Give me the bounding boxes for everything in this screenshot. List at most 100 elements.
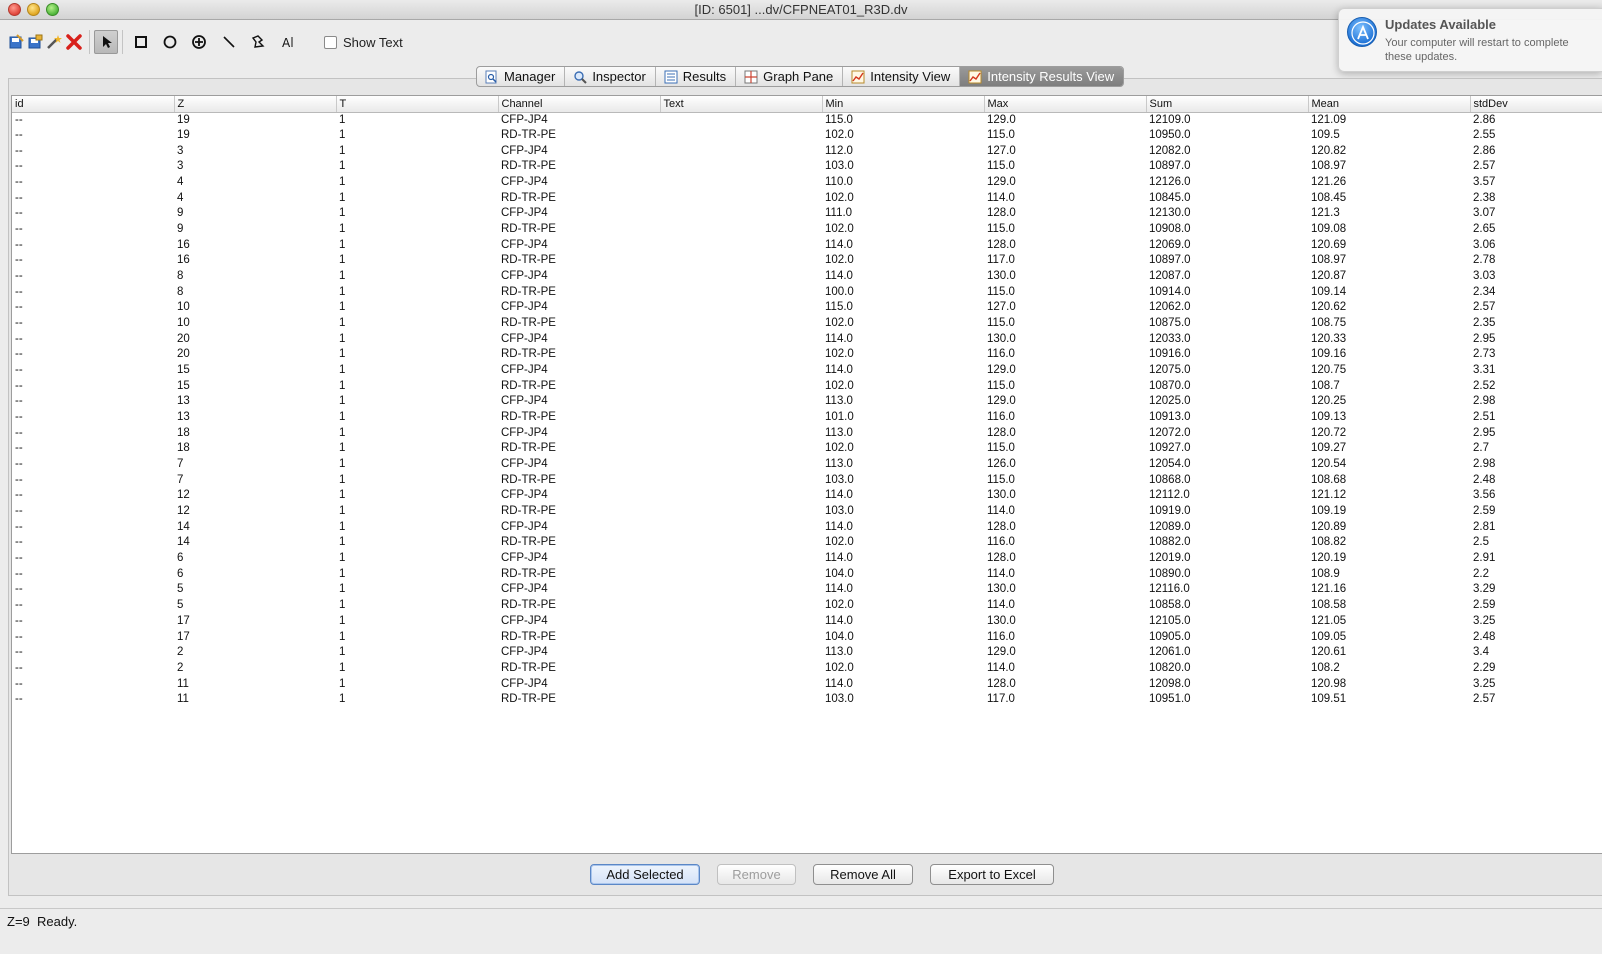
table-cell-min: 100.0 bbox=[825, 285, 854, 298]
table-cell-channel: RD-TR-PE bbox=[501, 317, 556, 330]
chart-icon bbox=[851, 70, 865, 83]
table-row[interactable]: -- 14 1 RD-TR-PE 102.0 116.0 10882.0 108.82 2.5 bbox=[12, 535, 1602, 551]
table-row[interactable]: -- 3 1 RD-TR-PE 103.0 115.0 10897.0 108.97 2.57 bbox=[12, 159, 1602, 175]
table-row[interactable]: -- 10 1 RD-TR-PE 102.0 115.0 10875.0 108.75 2.35 bbox=[12, 316, 1602, 332]
table-cell-channel: RD-TR-PE bbox=[501, 191, 556, 204]
table-row[interactable]: -- 6 1 RD-TR-PE 104.0 114.0 10890.0 108.9 2.2 bbox=[12, 566, 1602, 582]
table-row[interactable]: -- 15 1 RD-TR-PE 102.0 115.0 10870.0 108.7 2.52 bbox=[12, 378, 1602, 394]
save-roi-icon[interactable] bbox=[7, 33, 25, 51]
table-cell-sum: 12109.0 bbox=[1149, 113, 1191, 126]
table-row[interactable]: -- 20 1 CFP-JP4 114.0 130.0 12033.0 120.33 2.95 bbox=[12, 331, 1602, 347]
tab-results[interactable]: Results bbox=[656, 67, 737, 86]
line-icon[interactable] bbox=[220, 33, 238, 51]
table-row[interactable]: -- 11 1 RD-TR-PE 103.0 117.0 10951.0 109.51 2.57 bbox=[12, 692, 1602, 708]
table-row[interactable]: -- 9 1 CFP-JP4 111.0 128.0 12130.0 121.3 3.07 bbox=[12, 206, 1602, 222]
tab-label: Inspector bbox=[592, 69, 646, 84]
table-row[interactable]: -- 5 1 RD-TR-PE 102.0 114.0 10858.0 108.58 2.59 bbox=[12, 598, 1602, 614]
column-header-text[interactable]: Text bbox=[660, 96, 823, 113]
export-to-excel-button[interactable]: Export to Excel bbox=[930, 864, 1054, 885]
table-cell-max: 114.0 bbox=[987, 661, 1015, 674]
table-row[interactable]: -- 17 1 RD-TR-PE 104.0 116.0 10905.0 109.05 2.48 bbox=[12, 629, 1602, 645]
rectangle-icon[interactable] bbox=[132, 33, 150, 51]
column-header-mean[interactable]: Mean bbox=[1308, 96, 1471, 113]
table-row[interactable]: -- 18 1 RD-TR-PE 102.0 115.0 10927.0 109.27 2.7 bbox=[12, 441, 1602, 457]
table-row[interactable]: -- 19 1 CFP-JP4 115.0 129.0 12109.0 121.09 2.86 bbox=[12, 112, 1602, 128]
table-row[interactable]: -- 2 1 RD-TR-PE 102.0 114.0 10820.0 108.2 2.29 bbox=[12, 661, 1602, 677]
table-row[interactable]: -- 13 1 RD-TR-PE 101.0 116.0 10913.0 109.13 2.51 bbox=[12, 410, 1602, 426]
save-as-icon[interactable] bbox=[26, 33, 44, 51]
table-cell-text bbox=[660, 237, 822, 253]
tab-inspector[interactable]: Inspector bbox=[565, 67, 656, 86]
table-row[interactable]: -- 16 1 RD-TR-PE 102.0 117.0 10897.0 108.97 2.78 bbox=[12, 253, 1602, 269]
column-header-id[interactable]: id bbox=[12, 96, 175, 113]
table-row[interactable]: -- 3 1 CFP-JP4 112.0 127.0 12082.0 120.82 2.86 bbox=[12, 143, 1602, 159]
tab-manager[interactable]: Manager bbox=[477, 67, 566, 86]
table-row[interactable]: -- 19 1 RD-TR-PE 102.0 115.0 10950.0 109.5 2.55 bbox=[12, 128, 1602, 144]
table-cell-stddev: 2.38 bbox=[1473, 191, 1496, 204]
table-row[interactable]: -- 14 1 CFP-JP4 114.0 128.0 12089.0 120.89 2.81 bbox=[12, 519, 1602, 535]
magic-wand-icon[interactable] bbox=[45, 33, 63, 51]
table-cell-max: 127.0 bbox=[987, 144, 1016, 157]
column-header-z[interactable]: Z bbox=[174, 96, 337, 113]
column-header-t[interactable]: T bbox=[336, 96, 499, 113]
table-cell-sum: 10882.0 bbox=[1149, 536, 1191, 549]
text-icon[interactable]: A bbox=[279, 33, 297, 51]
table-cell-mean: 120.89 bbox=[1311, 520, 1347, 533]
table-cell-min: 113.0 bbox=[825, 395, 853, 408]
table-cell-id: -- bbox=[15, 442, 23, 455]
table-row[interactable]: -- 10 1 CFP-JP4 115.0 127.0 12062.0 120.62 2.57 bbox=[12, 300, 1602, 316]
remove-all-button[interactable]: Remove All bbox=[813, 864, 913, 885]
table-row[interactable]: -- 8 1 CFP-JP4 114.0 130.0 12087.0 120.87 3.03 bbox=[12, 269, 1602, 285]
table-cell-mean: 109.19 bbox=[1311, 505, 1347, 518]
table-row[interactable]: -- 20 1 RD-TR-PE 102.0 116.0 10916.0 109.16 2.73 bbox=[12, 347, 1602, 363]
table-row[interactable]: -- 7 1 RD-TR-PE 103.0 115.0 10868.0 108.68 2.48 bbox=[12, 472, 1602, 488]
table-row[interactable]: -- 18 1 CFP-JP4 113.0 128.0 12072.0 120.72 2.95 bbox=[12, 425, 1602, 441]
table-row[interactable]: -- 4 1 CFP-JP4 110.0 129.0 12126.0 121.26 3.57 bbox=[12, 175, 1602, 191]
column-header-max[interactable]: Max bbox=[984, 96, 1147, 113]
table-row[interactable]: -- 13 1 CFP-JP4 113.0 129.0 12025.0 120.25 2.98 bbox=[12, 394, 1602, 410]
table-cell-z: 19 bbox=[177, 129, 190, 141]
tab-intensity-results-view[interactable]: Intensity Results View bbox=[960, 67, 1124, 86]
table-cell-channel: CFP-JP4 bbox=[501, 207, 548, 220]
point-icon[interactable] bbox=[190, 33, 208, 51]
table-cell-z: 11 bbox=[177, 677, 189, 690]
column-header-channel[interactable]: Channel bbox=[498, 96, 661, 113]
table-row[interactable]: -- 17 1 CFP-JP4 114.0 130.0 12105.0 121.05 3.25 bbox=[12, 614, 1602, 630]
table-cell-min: 102.0 bbox=[825, 661, 854, 674]
table-cell-t: 1 bbox=[339, 646, 346, 659]
show-text-checkbox[interactable] bbox=[324, 36, 337, 49]
table-row[interactable]: -- 8 1 RD-TR-PE 100.0 115.0 10914.0 109.14 2.34 bbox=[12, 284, 1602, 300]
table-row[interactable]: -- 6 1 CFP-JP4 114.0 128.0 12019.0 120.19 2.91 bbox=[12, 551, 1602, 567]
ellipse-icon[interactable] bbox=[161, 33, 179, 51]
table-row[interactable]: -- 4 1 RD-TR-PE 102.0 114.0 10845.0 108.45 2.38 bbox=[12, 190, 1602, 206]
table-row[interactable]: -- 5 1 CFP-JP4 114.0 130.0 12116.0 121.16 3.29 bbox=[12, 582, 1602, 598]
table-row[interactable]: -- 2 1 CFP-JP4 113.0 129.0 12061.0 120.61 3.4 bbox=[12, 645, 1602, 661]
show-text-toggle[interactable]: Show Text bbox=[324, 35, 403, 50]
table-row[interactable]: -- 11 1 CFP-JP4 114.0 128.0 12098.0 120.98 3.25 bbox=[12, 676, 1602, 692]
tab-intensity-view[interactable]: Intensity View bbox=[843, 67, 961, 86]
remove-button[interactable]: Remove bbox=[717, 864, 796, 885]
table-cell-channel: RD-TR-PE bbox=[501, 160, 556, 173]
polygon-icon[interactable] bbox=[249, 33, 267, 51]
tab-graph-pane[interactable]: Graph Pane bbox=[736, 67, 844, 86]
update-notification[interactable]: Updates Available Your computer will res… bbox=[1338, 8, 1602, 72]
add-selected-button[interactable]: Add Selected bbox=[590, 864, 700, 885]
column-header-sum[interactable]: Sum bbox=[1146, 96, 1309, 113]
table-row[interactable]: -- 12 1 CFP-JP4 114.0 130.0 12112.0 121.12 3.56 bbox=[12, 488, 1602, 504]
delete-icon[interactable] bbox=[65, 33, 83, 51]
table-cell-t: 1 bbox=[339, 364, 346, 377]
table-row[interactable]: -- 16 1 CFP-JP4 114.0 128.0 12069.0 120.69 3.06 bbox=[12, 237, 1602, 253]
column-header-stddev[interactable]: stdDev bbox=[1470, 96, 1602, 113]
table-row[interactable]: -- 7 1 CFP-JP4 113.0 126.0 12054.0 120.54 2.98 bbox=[12, 457, 1602, 473]
table-row[interactable]: -- 15 1 CFP-JP4 114.0 129.0 12075.0 120.75 3.31 bbox=[12, 363, 1602, 379]
table-cell-max: 114.0 bbox=[987, 505, 1015, 518]
table-row[interactable]: -- 9 1 RD-TR-PE 102.0 115.0 10908.0 109.08 2.65 bbox=[12, 222, 1602, 238]
table-cell-z: 6 bbox=[177, 552, 184, 565]
table-row[interactable]: -- 12 1 RD-TR-PE 103.0 114.0 10919.0 109.19 2.59 bbox=[12, 504, 1602, 520]
column-header-min[interactable]: Min bbox=[822, 96, 985, 113]
results-table-container[interactable]: id Z T Channel Text Min Max Sum Mean stdDev -- 19 1… bbox=[11, 95, 1602, 854]
table-cell-max: 129.0 bbox=[987, 395, 1016, 408]
table-cell-channel: RD-TR-PE bbox=[501, 285, 556, 298]
table-cell-min: 113.0 bbox=[825, 426, 853, 439]
pointer-icon[interactable] bbox=[94, 30, 118, 54]
